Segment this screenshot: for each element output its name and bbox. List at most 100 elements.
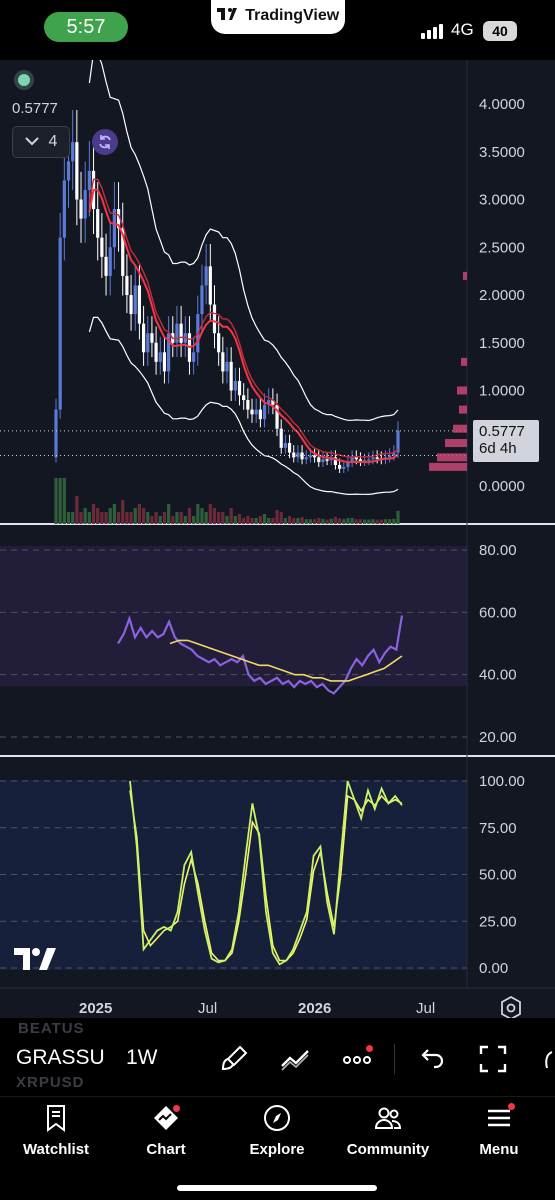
time-label-jul-2026: Jul <box>416 1000 436 1017</box>
candle-body <box>317 457 321 463</box>
volume-bar <box>87 512 91 524</box>
volume-bar <box>317 518 321 524</box>
candle-body <box>179 323 183 343</box>
volume-bar <box>146 512 150 524</box>
volume-bar <box>62 478 66 524</box>
candle-body <box>200 285 204 315</box>
volume-bar <box>221 512 225 524</box>
candle-body <box>287 443 292 453</box>
candle-body <box>229 361 233 391</box>
previous-symbol[interactable]: BEATUS <box>18 1020 85 1037</box>
volume-bar <box>379 519 383 524</box>
volume-bar <box>187 508 192 524</box>
sync-icon[interactable] <box>92 129 118 155</box>
price-axis-label: 2.5000 <box>479 239 525 256</box>
volume-bar <box>83 508 87 524</box>
drawing-tools-icon[interactable] <box>278 1042 312 1076</box>
chevron-down-icon <box>24 133 39 151</box>
volume-bar <box>141 508 146 524</box>
nav-menu[interactable]: Menu <box>444 1103 554 1158</box>
volume-bar <box>254 518 258 524</box>
fullscreen-icon[interactable] <box>476 1042 510 1076</box>
time-label-2025: 2025 <box>79 1000 113 1017</box>
price-axis-label: 0.0000 <box>479 478 525 495</box>
nav-explore-label: Explore <box>249 1141 305 1158</box>
volume-profile-bar <box>457 386 467 395</box>
candle-body <box>208 266 212 305</box>
symbol-selector[interactable]: GRASSU <box>16 1046 105 1070</box>
volume-bar <box>333 516 338 524</box>
candle-body <box>358 459 363 462</box>
volume-bar <box>125 512 129 524</box>
stoch-axis-label: 75.00 <box>479 820 517 837</box>
candle-body <box>283 443 287 448</box>
compass-icon <box>262 1103 292 1133</box>
volume-bar <box>262 514 267 524</box>
volume-bar <box>58 478 62 524</box>
candle-body <box>146 333 150 353</box>
volume-bar <box>308 519 313 524</box>
volume-bar <box>304 519 308 524</box>
candle-body <box>250 409 254 415</box>
volume-bar <box>279 512 283 524</box>
candle-body <box>246 400 250 410</box>
candle-body <box>192 352 196 362</box>
chart-area[interactable]: 4.0000 3.5000 3.0000 2.5000 2.0000 1.5000 1.00… <box>0 60 555 1093</box>
candle-body <box>125 275 129 295</box>
brush-icon[interactable] <box>218 1042 252 1076</box>
app-name-pill: TradingView <box>211 0 345 34</box>
candle-body <box>233 380 237 391</box>
stoch-axis-label: 25.00 <box>479 913 517 930</box>
volume-bar <box>287 516 292 524</box>
volume-bar <box>121 500 125 524</box>
price-axis-label: 2.0000 <box>479 287 525 304</box>
chart-canvas[interactable]: 4.0000 3.5000 3.0000 2.5000 2.0000 1.5000 1.00… <box>0 60 555 1093</box>
volume-bar <box>196 504 200 524</box>
indicator-count: 4 <box>48 133 58 150</box>
home-indicator <box>177 1185 377 1191</box>
candle-body <box>162 352 167 372</box>
price-axis-label: 3.5000 <box>479 144 525 161</box>
candle-body <box>141 323 146 353</box>
candle-body <box>371 457 375 460</box>
volume-bar <box>162 512 167 524</box>
nav-explore[interactable]: Explore <box>222 1103 332 1158</box>
volume-bar <box>137 504 142 524</box>
candle-body <box>175 323 179 343</box>
time-label-2026: 2026 <box>298 1000 332 1017</box>
interval-selector[interactable]: 1W <box>126 1046 158 1070</box>
nav-community[interactable]: Community <box>333 1103 443 1158</box>
volume-bar <box>133 508 137 524</box>
candle-body <box>237 380 242 396</box>
volume-bar <box>346 518 350 524</box>
candle-body <box>66 161 71 181</box>
candle-body <box>71 142 75 162</box>
volume-bar <box>392 518 396 524</box>
more-options-icon[interactable] <box>340 1042 374 1076</box>
last-price-tag: 0.5777 6d 4h <box>473 420 539 462</box>
tradingview-watermark-icon <box>14 948 56 975</box>
next-symbol[interactable]: XRPUSD <box>16 1074 85 1091</box>
collapse-legend-button[interactable]: 4 <box>12 126 70 158</box>
candle-body <box>242 395 246 401</box>
status-dot-icon <box>18 74 30 86</box>
candle-body <box>83 189 87 219</box>
volume-bar <box>396 510 400 524</box>
volume-bar <box>246 516 250 524</box>
menu-icon <box>484 1103 515 1133</box>
nav-watchlist[interactable]: Watchlist <box>1 1103 111 1158</box>
partial-icon[interactable] <box>540 1042 555 1076</box>
chart-toolbar: BEATUS GRASSU XRPUSD 1W <box>0 1018 555 1096</box>
rsi-axis-label: 40.00 <box>479 667 517 684</box>
volume-bar <box>200 508 204 524</box>
rsi-axis-label: 20.00 <box>479 729 517 746</box>
nav-chart[interactable]: Chart <box>111 1103 221 1158</box>
candle-body <box>354 457 358 460</box>
candle-body <box>304 457 308 460</box>
undo-icon[interactable] <box>414 1042 448 1076</box>
volume-bar <box>242 518 246 524</box>
volume-bar <box>350 518 354 524</box>
candle-body <box>254 409 258 415</box>
volume-bar <box>312 519 317 524</box>
candle-body <box>338 464 342 469</box>
